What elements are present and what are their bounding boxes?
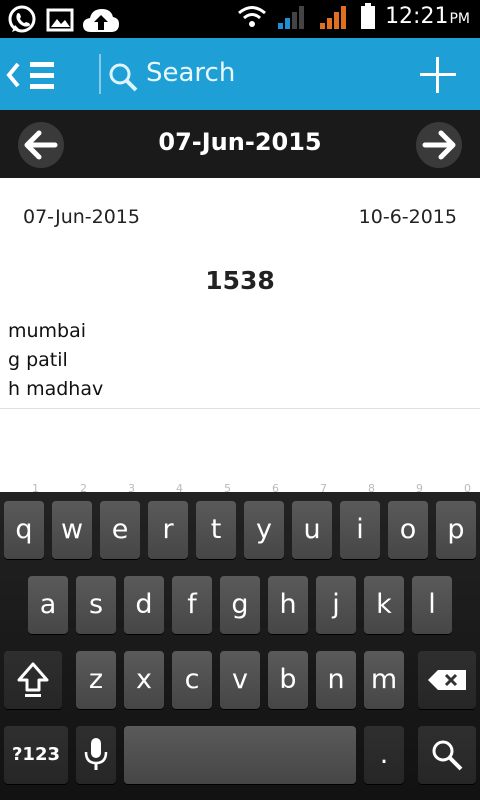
shift-icon [17, 662, 49, 697]
key-v[interactable]: v [220, 651, 260, 709]
search-key[interactable] [418, 726, 476, 784]
key-u[interactable]: u7 [292, 483, 332, 559]
backspace-key[interactable] [418, 651, 476, 709]
key-k[interactable]: k [364, 576, 404, 634]
key-n[interactable]: n [316, 651, 356, 709]
wifi-icon [238, 6, 267, 27]
key-x[interactable]: x [124, 651, 164, 709]
entry-line: h madhav [8, 378, 104, 400]
signal-icon [320, 6, 347, 29]
key-a[interactable]: a [28, 576, 68, 634]
signal-icon [278, 6, 305, 29]
status-bar: 12:21PM [0, 0, 480, 38]
key-r[interactable]: r4 [148, 483, 188, 559]
key-e[interactable]: e3 [100, 483, 140, 559]
date-title: 07-Jun-2015 [158, 128, 322, 156]
key-l[interactable]: l [412, 576, 452, 634]
arrow-right-icon [422, 130, 456, 160]
key-w[interactable]: w2 [52, 483, 92, 559]
entry-date-secondary: 10-6-2015 [358, 206, 457, 228]
key-y[interactable]: y6 [244, 483, 284, 559]
voice-input-key[interactable] [76, 726, 116, 784]
action-bar: Search [0, 38, 480, 110]
add-button[interactable] [418, 55, 458, 95]
cloud-upload-icon [83, 9, 119, 32]
key-i[interactable]: i8 [340, 483, 380, 559]
key-j[interactable]: j [316, 576, 356, 634]
entry-number: 1538 [205, 266, 275, 295]
key-t[interactable]: t5 [196, 483, 236, 559]
soft-keyboard: q1 w2 e3 r4 t5 y6 u7 i8 o9 p0 a s d f g … [0, 483, 480, 800]
key-p[interactable]: p0 [436, 483, 476, 559]
key-m[interactable]: m [364, 651, 404, 709]
entry-list: 07-Jun-2015 10-6-2015 1538 mumbai g pati… [0, 178, 480, 492]
key-q[interactable]: q1 [4, 483, 44, 559]
divider [0, 408, 480, 409]
key-d[interactable]: d [124, 576, 164, 634]
period-key[interactable]: . [364, 726, 404, 784]
entry-line: g patil [8, 349, 68, 371]
search-input[interactable]: Search [146, 58, 235, 88]
whatsapp-icon [8, 5, 36, 33]
clock: 12:21PM [385, 3, 470, 29]
search-icon [432, 740, 463, 771]
next-date-button[interactable] [416, 122, 462, 168]
entry-date: 07-Jun-2015 [23, 206, 140, 228]
key-z[interactable]: z [76, 651, 116, 709]
key-s[interactable]: s [76, 576, 116, 634]
key-g[interactable]: g [220, 576, 260, 634]
divider [99, 54, 101, 94]
date-navigation: 07-Jun-2015 [0, 110, 480, 178]
backspace-icon [428, 670, 466, 690]
key-c[interactable]: c [172, 651, 212, 709]
back-menu-icon[interactable] [6, 58, 58, 92]
key-o[interactable]: o9 [388, 483, 428, 559]
key-f[interactable]: f [172, 576, 212, 634]
microphone-icon [84, 738, 108, 770]
gallery-icon [46, 8, 74, 32]
space-key[interactable] [124, 726, 356, 784]
shift-key[interactable] [4, 651, 62, 709]
battery-icon [361, 3, 376, 29]
symbols-key[interactable]: ?123 [4, 726, 68, 784]
search-icon[interactable] [108, 62, 138, 92]
entry-line: mumbai [8, 320, 87, 342]
entry-details: mumbai g patil h madhav [8, 317, 103, 404]
key-b[interactable]: b [268, 651, 308, 709]
key-h[interactable]: h [268, 576, 308, 634]
